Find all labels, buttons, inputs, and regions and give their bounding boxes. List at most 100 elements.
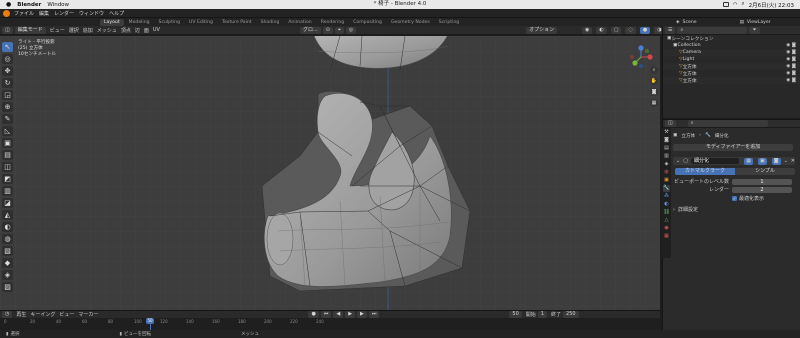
- menu-view[interactable]: ビュー: [50, 27, 65, 34]
- bevel-icon[interactable]: ◩: [2, 174, 13, 184]
- camera-view-icon[interactable]: ◙: [650, 88, 658, 96]
- menu-face[interactable]: 面: [144, 27, 149, 34]
- visibility-eye-icon[interactable]: ◉ ◙: [786, 78, 796, 83]
- visibility-eye-icon[interactable]: ◉ ◙: [786, 71, 796, 76]
- outliner-item[interactable]: ▽ 立方体 ◉ ◙: [663, 77, 800, 84]
- timeline-body[interactable]: 0 20 40 60 80 100 120 140 160 180 200 220 240 50: [0, 318, 660, 330]
- smooth-icon[interactable]: ◍: [2, 234, 13, 244]
- inset-icon[interactable]: ◫: [2, 162, 13, 172]
- knife-icon[interactable]: ◪: [2, 198, 13, 208]
- zoom-icon[interactable]: ⌕: [650, 66, 658, 74]
- options-dropdown[interactable]: オプション: [526, 26, 558, 34]
- tab-compositing[interactable]: Compositing: [349, 19, 386, 26]
- prev-key-icon[interactable]: ◀: [333, 311, 344, 318]
- snap-icon[interactable]: ⌖: [334, 26, 344, 34]
- proportional-icon[interactable]: ◎: [345, 26, 357, 34]
- visibility-icon[interactable]: ◉: [582, 27, 593, 34]
- menu-mesh[interactable]: メッシュ: [97, 27, 117, 34]
- next-key-icon[interactable]: ▶: [357, 311, 367, 318]
- render-tab-icon[interactable]: ◙: [663, 137, 670, 144]
- 3d-viewport[interactable]: [0, 36, 660, 310]
- properties-editor-icon[interactable]: ◫: [665, 120, 676, 127]
- menu-edit[interactable]: 編集: [39, 10, 49, 17]
- current-frame-field[interactable]: 50: [509, 311, 522, 318]
- visibility-eye-icon[interactable]: ◉ ◙: [786, 64, 796, 69]
- object-tab-icon[interactable]: ▣: [663, 177, 670, 184]
- advanced-row[interactable]: › 詳細設定: [673, 206, 800, 214]
- menu-marker[interactable]: マーカー: [78, 311, 98, 318]
- autokey-icon[interactable]: ●: [308, 311, 319, 318]
- viewport-toggle-icon[interactable]: ▣: [758, 157, 767, 165]
- outliner-item[interactable]: ▽ 立方体 ◉ ◙: [663, 63, 800, 70]
- physics-tab-icon[interactable]: ◐: [663, 201, 670, 208]
- menu-timeline-view[interactable]: ビュー: [59, 311, 74, 318]
- menu-select[interactable]: 選択: [69, 27, 79, 34]
- collapse-icon[interactable]: ⌄: [676, 158, 680, 164]
- optimal-display-checkbox[interactable]: ✓: [732, 196, 737, 201]
- pivot-icon[interactable]: ⊙: [322, 26, 333, 34]
- menu-add[interactable]: 追加: [83, 27, 93, 34]
- viewlayer-name[interactable]: ViewLayer: [747, 20, 771, 25]
- tab-layout[interactable]: Layout: [100, 18, 124, 26]
- view-layer-tab-icon[interactable]: ▥: [663, 153, 670, 160]
- modifier-tab-icon[interactable]: 🔧: [663, 185, 670, 192]
- measure-icon[interactable]: ◺: [2, 126, 13, 136]
- outliner-item[interactable]: ▣ Collection ◉ ◙: [663, 42, 800, 49]
- visibility-eye-icon[interactable]: ◉ ◙: [786, 43, 796, 48]
- add-modifier-button[interactable]: モディファイアーを追加: [673, 144, 793, 151]
- annotate-icon[interactable]: ✎: [2, 114, 13, 124]
- filter-icon[interactable]: ⏷: [749, 26, 760, 34]
- modifier-name-field[interactable]: 細分化: [690, 158, 740, 164]
- visibility-eye-icon[interactable]: ◉ ◙: [786, 50, 796, 55]
- menu-keying[interactable]: キーイング: [30, 311, 55, 318]
- outliner-item[interactable]: ▽ Light ◉ ◙: [663, 56, 800, 63]
- cursor-icon[interactable]: ◎: [2, 54, 13, 64]
- apple-icon[interactable]: ●: [6, 1, 11, 8]
- tab-animation[interactable]: Animation: [284, 19, 315, 26]
- orientation-dropdown[interactable]: グロ...: [299, 26, 321, 34]
- shrink-icon[interactable]: ◆: [2, 258, 13, 268]
- play-icon[interactable]: ▶: [345, 311, 356, 318]
- jump-end-icon[interactable]: ⏭: [368, 311, 380, 318]
- xray-icon[interactable]: ▢: [610, 27, 622, 34]
- add-cube-icon[interactable]: ▣: [2, 138, 13, 148]
- outliner-editor-icon[interactable]: ☰: [665, 26, 676, 34]
- particles-tab-icon[interactable]: ⁂: [663, 193, 670, 200]
- extrude-icon[interactable]: ▤: [2, 150, 13, 160]
- outliner-item[interactable]: ▽ Camera ◉ ◙: [663, 49, 800, 56]
- clock[interactable]: 2月6日(火) 22:03: [749, 1, 794, 9]
- tab-sculpting[interactable]: Sculpting: [155, 19, 184, 26]
- pan-icon[interactable]: ✋: [650, 77, 658, 85]
- tab-modeling[interactable]: Modeling: [125, 19, 154, 26]
- tab-scripting[interactable]: Scripting: [435, 19, 463, 26]
- app-menu[interactable]: Blender: [17, 2, 41, 8]
- rip-icon[interactable]: ▨: [2, 282, 13, 292]
- tool-tab-icon[interactable]: ⚒: [663, 129, 670, 136]
- timeline-editor-icon[interactable]: ◷: [2, 311, 13, 318]
- window-menu[interactable]: Window: [47, 2, 69, 8]
- spin-icon[interactable]: ◐: [2, 222, 13, 232]
- modifier-menu-icon[interactable]: ⌄: [784, 158, 788, 164]
- render-toggle-icon[interactable]: ◙: [771, 157, 781, 165]
- menu-vertex[interactable]: 頂点: [121, 27, 131, 34]
- start-frame-field[interactable]: 1: [537, 311, 547, 318]
- overlay-icon[interactable]: ◐: [596, 27, 607, 34]
- outliner-scene-collection[interactable]: ▣ シーンコレクション: [663, 35, 800, 42]
- move-icon[interactable]: ✥: [2, 66, 13, 76]
- loopcut-icon[interactable]: ▥: [2, 186, 13, 196]
- modifier-close-icon[interactable]: ✕: [791, 158, 795, 164]
- polybuild-icon[interactable]: ◭: [2, 210, 13, 220]
- catmull-clark-button[interactable]: カトマルクラーク: [675, 168, 735, 175]
- tab-geometry-nodes[interactable]: Geometry Nodes: [387, 19, 434, 26]
- menu-uv[interactable]: UV: [153, 27, 160, 33]
- solid-shading-icon[interactable]: ●: [639, 27, 651, 34]
- tab-texture-paint[interactable]: Texture Paint: [218, 19, 256, 26]
- blender-logo-icon[interactable]: [3, 9, 10, 17]
- output-tab-icon[interactable]: ▤: [663, 145, 670, 152]
- scene-tab-icon[interactable]: ◈: [663, 161, 670, 168]
- menu-playback[interactable]: 再生: [16, 311, 26, 318]
- editor-type-button[interactable]: ◫: [2, 26, 13, 34]
- scene-name[interactable]: Scene: [683, 20, 697, 25]
- shear-icon[interactable]: ◈: [2, 270, 13, 280]
- outliner-item[interactable]: ▽ 立方体 ◉ ◙: [663, 70, 800, 77]
